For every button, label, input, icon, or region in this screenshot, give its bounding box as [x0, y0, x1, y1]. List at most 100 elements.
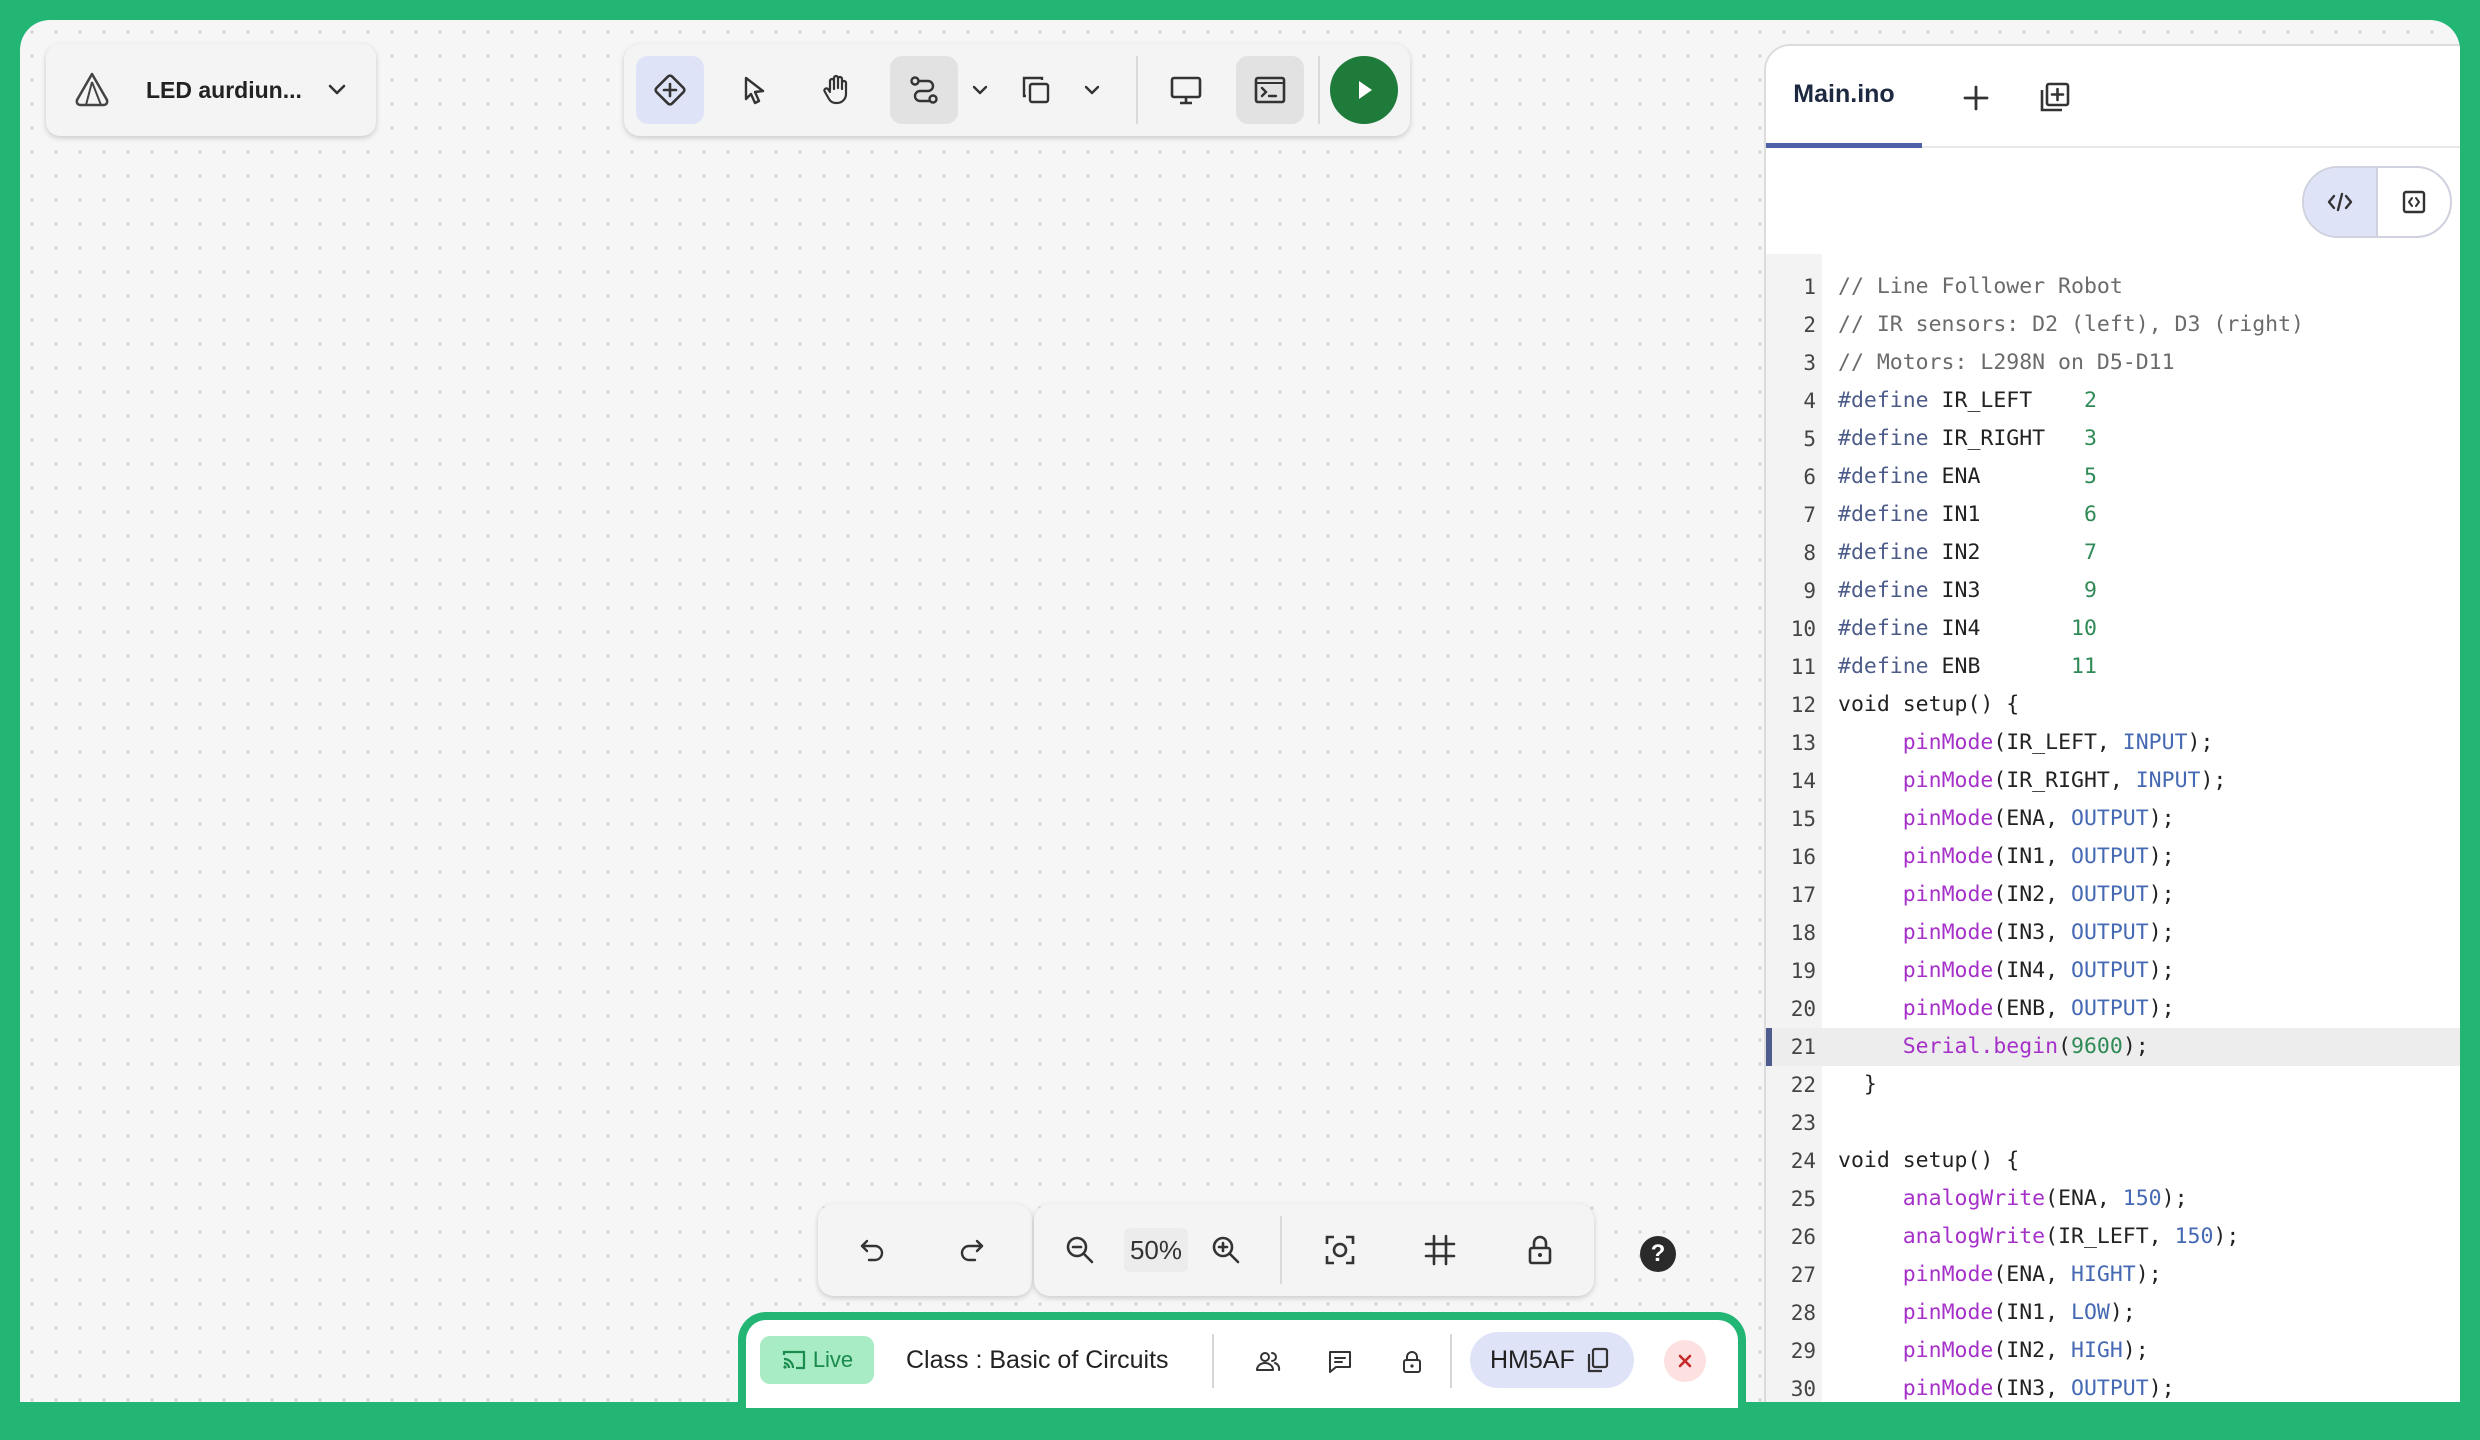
tab-main-ino[interactable]: Main.ino — [1766, 46, 1922, 148]
help-button[interactable]: ? — [1640, 1236, 1676, 1272]
block-view-button[interactable] — [2378, 168, 2450, 236]
code-line[interactable]: 29 pinMode(IN2, HIGH); — [1766, 1332, 2460, 1370]
chevron-down-icon — [1084, 85, 1100, 95]
code-token: analogWrite — [1902, 1224, 2046, 1249]
code-token: OUTPUT — [2071, 882, 2149, 907]
code-token: 150 — [2174, 1224, 2214, 1249]
serial-monitor-button[interactable] — [1236, 56, 1304, 124]
code-line[interactable]: 18 pinMode(IN3, OUTPUT); — [1766, 914, 2460, 952]
room-code-chip[interactable]: HM5AF — [1470, 1332, 1634, 1388]
code-line[interactable]: 30 pinMode(IN3, OUTPUT); — [1766, 1370, 2460, 1402]
code-line[interactable]: 22 } — [1766, 1066, 2460, 1104]
code-token: LOW — [2071, 1300, 2110, 1325]
session-lock-button[interactable] — [1390, 1340, 1434, 1384]
code-line[interactable]: 11 #define ENB 11 — [1766, 648, 2460, 686]
code-token: ); — [2148, 996, 2175, 1021]
wire-options-button[interactable] — [962, 56, 998, 124]
zoom-out-button[interactable] — [1048, 1216, 1112, 1284]
code-line[interactable]: 9 #define IN3 9 — [1766, 572, 2460, 610]
code-line[interactable]: 16 pinMode(IN1, OUTPUT); — [1766, 838, 2460, 876]
code-area[interactable]: 1 // Line Follower Robot 2 // IR sensors: D… — [1766, 268, 2460, 1402]
participants-button[interactable] — [1246, 1340, 1290, 1384]
simulator-view-button[interactable] — [1152, 56, 1220, 124]
code-view-button[interactable] — [2304, 168, 2378, 236]
code-token: pinMode — [1902, 1338, 1994, 1363]
undo-button[interactable] — [838, 1216, 906, 1284]
code-token: IN4 — [1928, 616, 2071, 641]
code-token: 150 — [2122, 1186, 2162, 1211]
code-line[interactable]: 19 pinMode(IN4, OUTPUT); — [1766, 952, 2460, 990]
code-line[interactable]: 8 #define IN2 7 — [1766, 534, 2460, 572]
code-line[interactable]: 24 void setup() { — [1766, 1142, 2460, 1180]
code-token: ); — [2148, 882, 2175, 907]
code-text: pinMode(IN3, OUTPUT); — [1838, 914, 2175, 952]
code-line[interactable]: 5 #define IR_RIGHT 3 — [1766, 420, 2460, 458]
canvas-area[interactable]: LED aurdiun... 50% ? Main.ino 1 // Line … — [20, 20, 2460, 1402]
end-session-button[interactable] — [1664, 1340, 1706, 1382]
line-number: 28 — [1790, 1301, 1816, 1325]
component-tool-button[interactable] — [636, 56, 704, 124]
code-line[interactable]: 7 #define IN1 6 — [1766, 496, 2460, 534]
code-token: pinMode — [1902, 996, 1994, 1021]
project-selector[interactable]: LED aurdiun... — [46, 44, 376, 136]
wire-tool-button[interactable] — [890, 56, 958, 124]
code-token: ); — [2187, 730, 2214, 755]
code-line[interactable]: 21 Serial.begin(9600); — [1766, 1028, 2460, 1066]
grid-toggle-button[interactable] — [1408, 1216, 1472, 1284]
code-line[interactable]: 3 // Motors: L298N on D5-D11 — [1766, 344, 2460, 382]
add-file-button[interactable] — [1954, 76, 1998, 120]
lock-canvas-button[interactable] — [1508, 1216, 1572, 1284]
code-line[interactable]: 2 // IR sensors: D2 (left), D3 (right) — [1766, 306, 2460, 344]
code-token: 9600 — [2071, 1034, 2123, 1059]
code-token: pinMode — [1902, 958, 1994, 983]
redo-button[interactable] — [938, 1216, 1006, 1284]
select-tool-button[interactable] — [720, 56, 788, 124]
line-number: 25 — [1790, 1187, 1816, 1211]
code-token: pinMode — [1902, 844, 1994, 869]
code-line[interactable]: 23 — [1766, 1104, 2460, 1142]
code-line[interactable]: 26 analogWrite(IR_LEFT, 150); — [1766, 1218, 2460, 1256]
line-number: 10 — [1790, 617, 1816, 641]
add-library-button[interactable] — [2030, 74, 2078, 122]
code-token: (IR_LEFT, — [2045, 1224, 2175, 1249]
duplicate-options-button[interactable] — [1074, 56, 1110, 124]
code-line[interactable]: 28 pinMode(IN1, LOW); — [1766, 1294, 2460, 1332]
code-line[interactable]: 4 #define IR_LEFT 2 — [1766, 382, 2460, 420]
code-line[interactable]: 13 pinMode(IR_LEFT, INPUT); — [1766, 724, 2460, 762]
code-line[interactable]: 25 analogWrite(ENA, 150); — [1766, 1180, 2460, 1218]
line-number: 7 — [1803, 503, 1816, 527]
code-token: ); — [2148, 806, 2175, 831]
line-number: 29 — [1790, 1339, 1816, 1363]
code-text: pinMode(IN3, OUTPUT); — [1838, 1370, 2175, 1402]
zoom-in-button[interactable] — [1194, 1216, 1258, 1284]
code-token: 5 — [2083, 464, 2097, 489]
code-line[interactable]: 1 // Line Follower Robot — [1766, 268, 2460, 306]
editor-tabs: Main.ino — [1766, 46, 2460, 148]
duplicate-button[interactable] — [1002, 56, 1070, 124]
code-token: IN2 — [1928, 540, 2084, 565]
fit-view-button[interactable] — [1308, 1216, 1372, 1284]
code-token: 6 — [2083, 502, 2097, 527]
code-text: pinMode(ENA, OUTPUT); — [1838, 800, 2175, 838]
line-number: 20 — [1790, 997, 1816, 1021]
zoom-level[interactable]: 50% — [1124, 1228, 1188, 1272]
code-token: ); — [2200, 768, 2227, 793]
code-line[interactable]: 12 void setup() { — [1766, 686, 2460, 724]
code-line[interactable]: 20 pinMode(ENB, OUTPUT); — [1766, 990, 2460, 1028]
code-line[interactable]: 14 pinMode(IR_RIGHT, INPUT); — [1766, 762, 2460, 800]
code-line[interactable]: 17 pinMode(IN2, OUTPUT); — [1766, 876, 2460, 914]
code-line[interactable]: 15 pinMode(ENA, OUTPUT); — [1766, 800, 2460, 838]
pan-tool-button[interactable] — [804, 56, 872, 124]
code-token: ); — [2109, 1300, 2136, 1325]
chat-button[interactable] — [1318, 1340, 1362, 1384]
code-text: #define IN4 10 — [1838, 610, 2097, 648]
line-number: 6 — [1803, 465, 1816, 489]
code-line[interactable]: 10 #define IN4 10 — [1766, 610, 2460, 648]
code-token: Serial.begin — [1902, 1034, 2059, 1059]
code-line[interactable]: 27 pinMode(ENA, HIGHT); — [1766, 1256, 2460, 1294]
chevron-down-icon[interactable] — [324, 77, 350, 103]
run-button[interactable] — [1330, 56, 1398, 124]
code-line[interactable]: 6 #define ENA 5 — [1766, 458, 2460, 496]
line-number: 21 — [1790, 1035, 1816, 1059]
